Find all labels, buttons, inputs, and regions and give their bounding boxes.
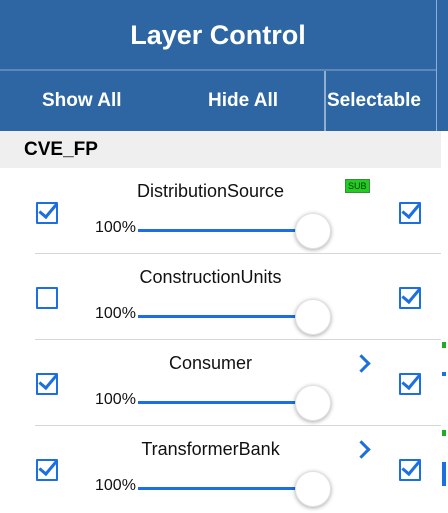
map-edge-fragment <box>442 372 446 376</box>
opacity-label: 100% <box>95 305 136 322</box>
hide-all-button[interactable]: Hide All <box>208 71 278 131</box>
opacity-slider[interactable] <box>138 487 313 490</box>
opacity-slider[interactable] <box>138 315 313 318</box>
layer-name: ConstructionUnits <box>139 267 282 287</box>
layer-list: DistributionSource SUB 100% Construction… <box>0 168 441 512</box>
map-edge-fragment <box>442 462 446 486</box>
selectable-checkbox[interactable] <box>399 287 421 309</box>
layer-row-constructionunits: ConstructionUnits 100% <box>0 254 441 340</box>
opacity-label: 100% <box>95 477 136 494</box>
layer-row-distributionsource: DistributionSource SUB 100% <box>0 168 441 254</box>
header-right-strip <box>436 0 448 131</box>
layer-row-transformerbank: TransformerBank 100% <box>0 426 441 512</box>
selectable-button[interactable]: Selectable <box>327 71 421 131</box>
layer-control-title-bar: Layer Control <box>0 0 436 70</box>
show-all-button[interactable]: Show All <box>42 71 122 131</box>
header-right-divider <box>436 0 437 131</box>
section-header-cve-fp: CVE_FP <box>0 131 441 168</box>
visibility-checkbox[interactable] <box>36 373 58 395</box>
map-edge-strip <box>441 131 448 513</box>
selectable-checkbox[interactable] <box>399 373 421 395</box>
opacity-slider[interactable] <box>138 229 313 232</box>
sub-badge: SUB <box>345 179 370 193</box>
map-edge-fragment <box>442 342 446 348</box>
opacity-slider[interactable] <box>138 401 313 404</box>
opacity-slider-thumb[interactable] <box>295 299 331 335</box>
opacity-label: 100% <box>95 391 136 408</box>
visibility-checkbox[interactable] <box>36 202 58 224</box>
selectable-checkbox[interactable] <box>399 459 421 481</box>
selectable-checkbox[interactable] <box>399 202 421 224</box>
visibility-checkbox[interactable] <box>36 287 58 309</box>
page-title: Layer Control <box>130 19 306 50</box>
toolbar-divider <box>324 71 326 131</box>
section-title: CVE_FP <box>24 138 98 160</box>
map-edge-fragment <box>442 430 446 436</box>
layer-row-consumer: Consumer 100% <box>0 340 441 426</box>
opacity-label: 100% <box>95 219 136 236</box>
opacity-slider-thumb[interactable] <box>295 385 331 421</box>
visibility-checkbox[interactable] <box>36 459 58 481</box>
opacity-slider-thumb[interactable] <box>295 471 331 507</box>
opacity-slider-thumb[interactable] <box>295 213 331 249</box>
toolbar: Show All Hide All Selectable <box>0 71 436 131</box>
